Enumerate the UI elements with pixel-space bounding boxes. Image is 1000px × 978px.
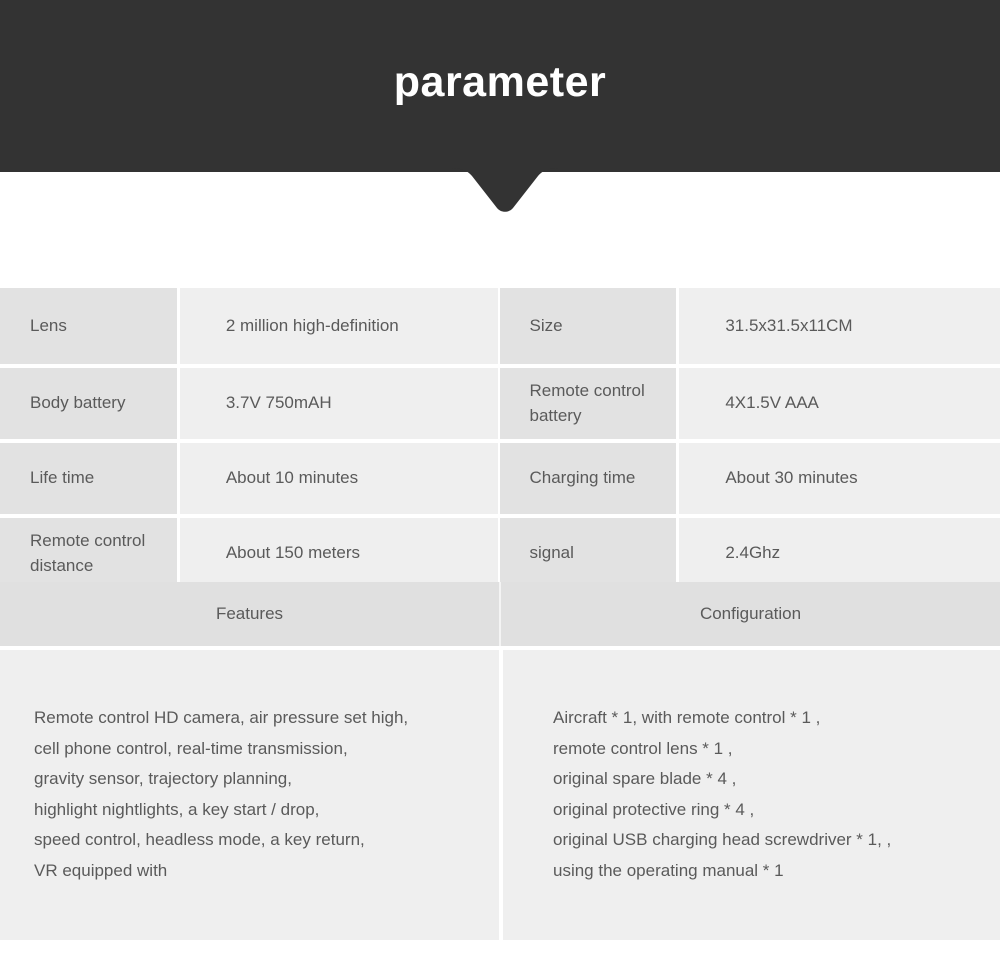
spec-label-size: Size [499, 288, 677, 364]
spec-value-body-battery: 3.7V 750mAH [179, 368, 498, 439]
features-line: gravity sensor, trajectory planning, [34, 769, 292, 788]
features-panel: Remote control HD camera, air pressure s… [0, 650, 499, 940]
spec-value-life-time: About 10 minutes [179, 443, 498, 514]
parameter-spec-page: parameter Lens 2 million high-definition… [0, 0, 1000, 978]
header-banner: parameter [0, 0, 1000, 172]
spec-value-lens: 2 million high-definition [179, 288, 498, 364]
configuration-line: original protective ring * 4 , [553, 799, 755, 819]
table-row: Life time About 10 minutes Charging time… [0, 443, 1000, 514]
table-row: Body battery 3.7V 750mAH Remote control … [0, 368, 1000, 439]
features-line: cell phone control, real-time transmissi… [34, 738, 348, 758]
spec-value-size: 31.5x31.5x11CM [679, 288, 1000, 364]
configuration-panel: Aircraft * 1, with remote control * 1 , … [503, 650, 1000, 940]
features-line: highlight nightlights, a key start / dro… [34, 799, 320, 819]
configuration-line: original USB charging head screwdriver *… [553, 830, 892, 849]
spec-value-remote-control-distance: About 150 meters [179, 518, 498, 589]
features-line: speed control, headless mode, a key retu… [34, 830, 365, 849]
spec-label-body-battery: Body battery [0, 368, 177, 439]
features-heading: Features [215, 604, 284, 623]
detail-panels: Remote control HD camera, air pressure s… [0, 650, 1000, 940]
spec-value-signal: 2.4Ghz [679, 518, 1000, 589]
spec-label-life-time: Life time [0, 443, 177, 514]
configuration-line: remote control lens * 1 , [553, 738, 733, 758]
page-title: parameter [393, 57, 607, 106]
configuration-line: Aircraft * 1, with remote control * 1 , [553, 708, 821, 727]
configuration-line: using the operating manual * 1 [553, 860, 784, 880]
specification-table: Lens 2 million high-definition Size 31.5… [0, 288, 1000, 593]
spec-value-remote-control-battery: 4X1.5V AAA [679, 368, 1000, 439]
spec-label-signal: signal [499, 518, 677, 589]
banner-notch-arrow-icon [447, 168, 563, 222]
configuration-line: original spare blade * 4 , [553, 769, 737, 788]
spec-label-charging-time: Charging time [499, 443, 677, 514]
features-line: Remote control HD camera, air pressure s… [34, 708, 409, 727]
spec-label-lens: Lens [0, 288, 177, 364]
spec-value-charging-time: About 30 minutes [679, 443, 1000, 514]
configuration-heading: Configuration [699, 604, 802, 623]
spec-label-remote-control-battery: Remote control battery [499, 368, 677, 439]
table-row: Lens 2 million high-definition Size 31.5… [0, 288, 1000, 364]
table-row: Remote control distance About 150 meters… [0, 518, 1000, 589]
spec-label-remote-control-distance: Remote control distance [0, 518, 177, 589]
section-heading-row: Features Configuration [0, 582, 1000, 646]
features-line: VR equipped with [34, 860, 168, 880]
